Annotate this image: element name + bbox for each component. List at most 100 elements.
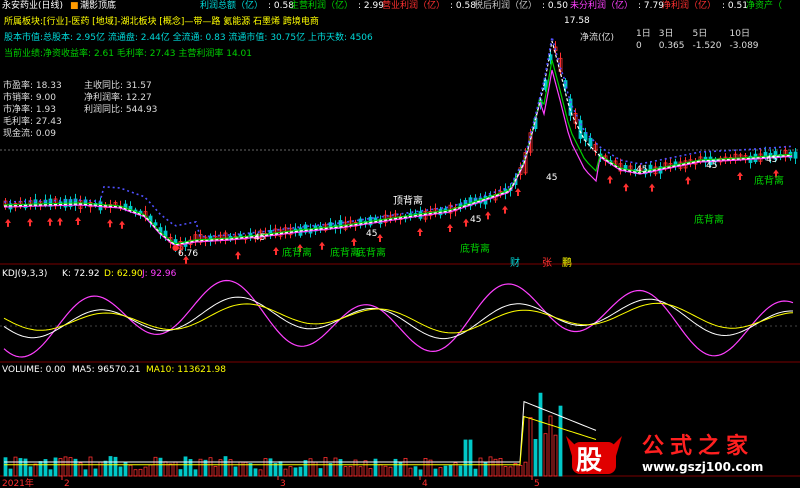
buy-arrow-icon (351, 237, 357, 246)
volume-title[interactable]: VOLUME: 0.00 (2, 365, 66, 375)
volume-bar (63, 456, 68, 477)
top-divergence-label: 顶背离 (393, 194, 423, 207)
volume-bar (83, 469, 88, 477)
volume-bar (148, 464, 153, 477)
watermark-text: 公式之家 (642, 434, 755, 459)
buy-arrow-icon (737, 172, 743, 180)
buy-arrow-icon (377, 234, 383, 242)
buy-arrow-icon (485, 211, 491, 220)
volume-bar (303, 460, 308, 477)
volume-bar (378, 464, 383, 477)
buy-arrow-icon (107, 219, 113, 228)
volume-bar (268, 458, 273, 477)
volume-bar (388, 466, 393, 477)
volume-bar (208, 457, 213, 477)
volume-bar (328, 463, 333, 477)
volume-ma10: MA10: 113621.98 (146, 365, 226, 375)
chart-canvas[interactable]: 17.58 6.76 45 45 45 45 45 45 45 ●5 顶背离 底… (0, 0, 800, 488)
price-high-label: 17.58 (564, 16, 590, 26)
kdj-k-value: K: 72.92 (62, 269, 100, 279)
watermark-glyph: 股 (576, 446, 603, 476)
volume-bar (518, 464, 523, 477)
volume-bar (33, 463, 38, 477)
tag-peng[interactable]: 鹏 (562, 256, 572, 269)
site-watermark: 股 公式之家 www.gszj100.com (562, 428, 798, 480)
volume-bar (168, 463, 173, 477)
kdj-line (3, 279, 794, 358)
volume-bar (13, 456, 18, 477)
volume-bar (158, 457, 163, 477)
price-mark-4: 45 (636, 165, 647, 175)
volume-bar (103, 460, 108, 477)
volume-bar (183, 456, 188, 477)
buy-arrow-icon (47, 217, 53, 226)
volume-bar (113, 456, 118, 477)
volume-bar (258, 469, 263, 477)
volume-bar (88, 456, 93, 477)
volume-bars (3, 392, 597, 477)
volume-bar (213, 465, 218, 477)
kdj-j-value: J: 92.96 (141, 269, 177, 279)
volume-bar (403, 457, 408, 477)
volume-bar (133, 469, 138, 477)
volume-ma5: MA5: 96570.21 (72, 365, 140, 375)
volume-bar (343, 466, 348, 477)
volume-bar (238, 461, 243, 477)
volume-bar (528, 417, 533, 477)
volume-bar (503, 466, 508, 477)
buy-arrow-icon (623, 183, 629, 192)
buy-arrow-icon (27, 218, 33, 227)
volume-bar (308, 458, 313, 477)
volume-bar (418, 469, 423, 477)
volume-bar (323, 457, 328, 477)
kdj-lines (3, 279, 794, 358)
volume-bar (433, 468, 438, 477)
volume-bar (553, 434, 558, 477)
volume-bar (108, 456, 113, 477)
price-mark-5: 45 (706, 161, 717, 171)
volume-bar (58, 458, 63, 477)
volume-bar (143, 466, 148, 477)
bottom-divergence-6: 底背离 (754, 174, 784, 187)
bottom-divergence-5: 底背离 (694, 213, 724, 226)
volume-bar (118, 466, 123, 477)
buy-arrow-icon (235, 251, 241, 260)
volume-bar (313, 461, 318, 477)
buy-arrow-icon (447, 224, 453, 232)
volume-bar (363, 460, 368, 477)
volume-bar (538, 392, 543, 477)
volume-bar (203, 459, 208, 477)
kdj-line (3, 302, 794, 334)
volume-bar (53, 457, 58, 477)
volume-bar (163, 461, 168, 477)
kdj-title[interactable]: KDJ(9,3,3) (2, 269, 47, 279)
price-mark-3: 45 (546, 173, 557, 183)
volume-bar (523, 461, 528, 477)
volume-bar (193, 469, 198, 477)
volume-bar (288, 466, 293, 477)
volume-bar (383, 465, 388, 477)
volume-bar (18, 458, 23, 477)
price-dot-label: ●5 (172, 243, 184, 252)
volume-bar (413, 466, 418, 477)
bottom-divergence-4: 底背离 (460, 242, 490, 255)
tag-zhang[interactable]: 张 (542, 257, 552, 269)
volume-bar (443, 465, 448, 477)
bottom-divergence-1: 底背离 (282, 246, 312, 259)
volume-bar (38, 461, 43, 477)
volume-bar (368, 468, 373, 477)
volume-bar (283, 468, 288, 477)
volume-bar (463, 439, 468, 477)
volume-bar (253, 468, 258, 477)
buy-arrow-icon (57, 217, 63, 226)
buy-arrow-icon (463, 218, 469, 227)
x-label-may: 5 (534, 479, 540, 488)
buy-arrow-icon (649, 183, 655, 192)
volume-bar (488, 456, 493, 477)
tag-cai[interactable]: 财 (510, 256, 520, 269)
volume-bar (128, 464, 133, 477)
moving-averages (3, 36, 793, 247)
buy-arrow-icon (119, 220, 125, 229)
volume-bar (348, 465, 353, 477)
watermark-url: www.gszj100.com (642, 460, 764, 474)
